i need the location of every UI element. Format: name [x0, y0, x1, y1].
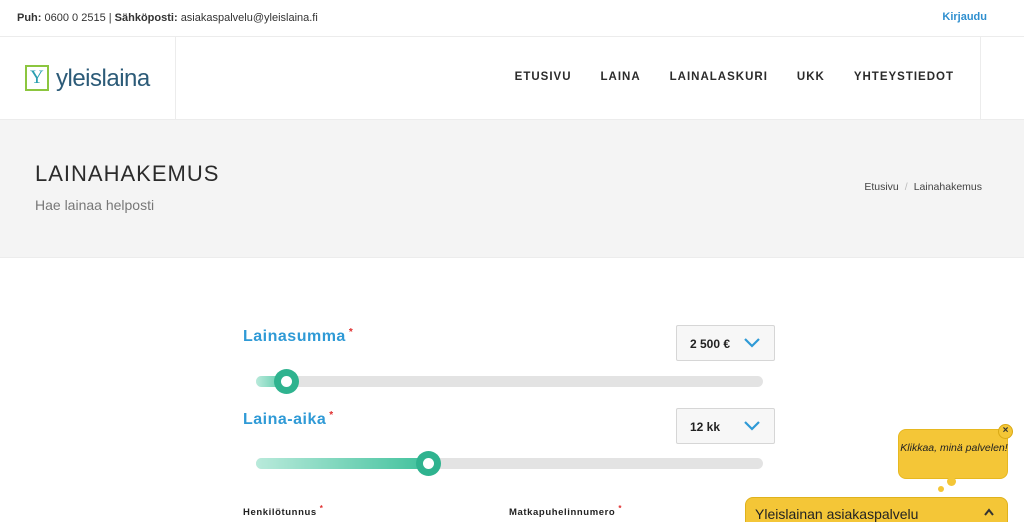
loan-amount-label: Lainasumma *: [243, 327, 354, 345]
loan-term-label: Laina-aika *: [243, 410, 334, 428]
loan-term-slider-handle[interactable]: [416, 451, 441, 476]
loan-amount-value: 2 500 €: [690, 337, 731, 351]
header-divider: [980, 37, 981, 120]
bubble-tail: [947, 477, 956, 486]
phone-label: Puh:: [17, 12, 42, 24]
nav-item-ukk[interactable]: UKK: [797, 71, 825, 83]
loan-term-slider-track[interactable]: [256, 451, 763, 476]
required-mark: *: [348, 327, 354, 338]
site-header: Y yleislaina ETUSIVU LAINA LAINALASKURI …: [0, 37, 1024, 120]
nav-item-laina[interactable]: LAINA: [601, 71, 641, 83]
logo[interactable]: Y yleislaina: [0, 37, 176, 120]
contact-separator: |: [108, 12, 112, 24]
nav-item-lainalaskuri[interactable]: LAINALASKURI: [670, 71, 768, 83]
required-mark: *: [329, 410, 334, 421]
breadcrumb-current: Lainahakemus: [913, 181, 982, 193]
phone-number: 0600 0 2515: [44, 12, 106, 24]
nav-item-etusivu[interactable]: ETUSIVU: [515, 71, 572, 83]
chat-bar[interactable]: Yleislainan asiakaspalvelu: [745, 497, 1008, 522]
logo-text: yleislaina: [56, 65, 150, 92]
chat-invite-text: Klikkaa, minä palvelen!: [900, 442, 1008, 454]
contact-info: Puh: 0600 0 2515 | Sähköposti: asiakaspa…: [17, 12, 318, 24]
logo-mark-icon: Y: [25, 65, 49, 91]
loan-amount-slider-handle[interactable]: [274, 369, 299, 394]
breadcrumb-separator: /: [904, 181, 908, 193]
chevron-down-icon: [744, 421, 760, 431]
loan-term-value: 12 kk: [690, 420, 721, 434]
page-subtitle: Hae lainaa helposti: [35, 197, 155, 213]
chat-invite-bubble[interactable]: Klikkaa, minä palvelen! ×: [898, 424, 1013, 479]
loan-term-select[interactable]: 12 kk: [676, 408, 775, 444]
chat-bar-title: Yleislainan asiakaspalvelu: [755, 506, 919, 522]
chevron-up-icon: [984, 508, 994, 516]
close-icon[interactable]: ×: [998, 424, 1013, 439]
loan-amount-select[interactable]: 2 500 €: [676, 325, 775, 361]
email-address: asiakaspalvelu@yleislaina.fi: [180, 12, 318, 24]
top-bar: Puh: 0600 0 2515 | Sähköposti: asiakaspa…: [0, 0, 1024, 37]
loan-term-slider-fill: [256, 458, 434, 469]
mobile-phone-label: Matkapuhelinnumero *: [509, 504, 623, 518]
chevron-down-icon: [744, 338, 760, 348]
page-title-band: LAINAHAKEMUS Hae lainaa helposti Etusivu…: [0, 120, 1024, 258]
nav-item-yhteystiedot[interactable]: YHTEYSTIEDOT: [854, 71, 954, 83]
bubble-tail-small: [938, 486, 944, 492]
ssn-label: Henkilötunnus *: [243, 504, 324, 518]
main-nav: ETUSIVU LAINA LAINALASKURI UKK YHTEYSTIE…: [515, 71, 954, 83]
login-link[interactable]: Kirjaudu: [942, 11, 987, 23]
page-title: LAINAHAKEMUS: [35, 161, 220, 186]
email-label: Sähköposti:: [114, 12, 178, 24]
breadcrumb: Etusivu / Lainahakemus: [864, 181, 982, 193]
breadcrumb-home[interactable]: Etusivu: [864, 181, 898, 193]
loan-amount-slider-track[interactable]: [256, 369, 763, 394]
